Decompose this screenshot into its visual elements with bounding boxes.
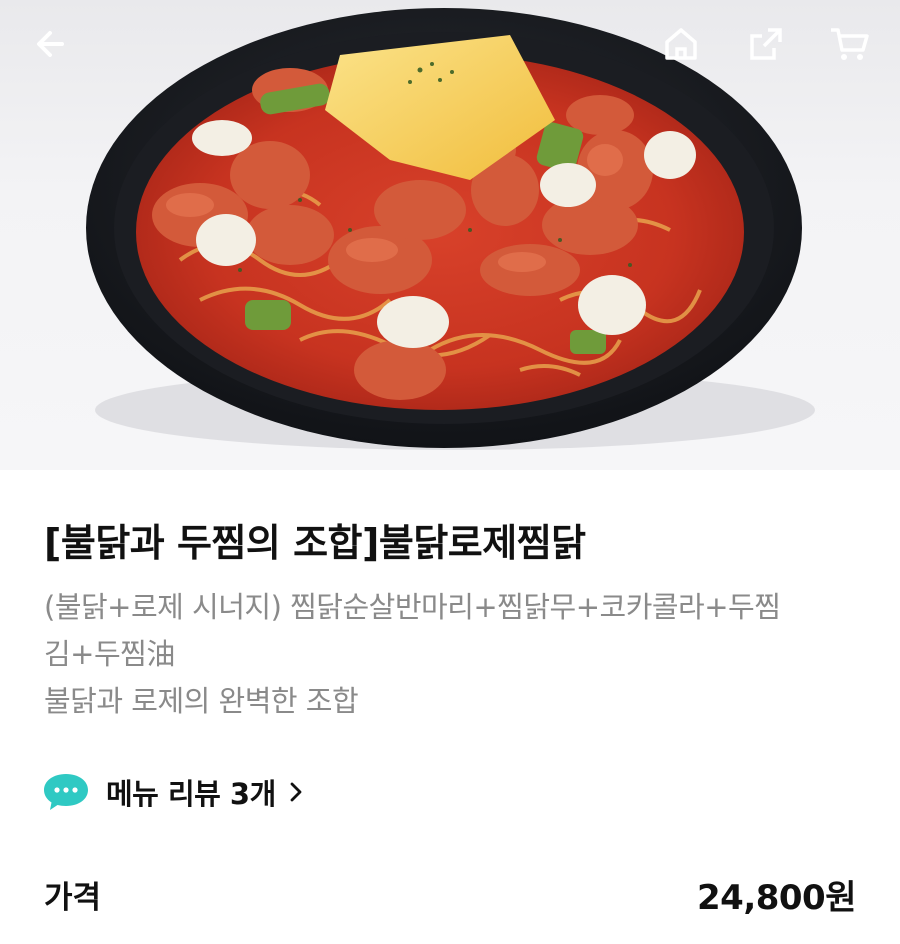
- menu-review-link[interactable]: 메뉴 리뷰 3개: [42, 768, 304, 816]
- home-button[interactable]: [655, 18, 707, 70]
- share-icon: [750, 28, 782, 60]
- home-icon: [665, 28, 697, 60]
- share-button[interactable]: [740, 18, 792, 70]
- speech-bubble-icon: [44, 774, 88, 810]
- back-button[interactable]: [26, 18, 78, 70]
- product-image: [0, 0, 900, 470]
- top-navigation-bar: [0, 0, 900, 90]
- description-line: 불닭과 로제의 완벽한 조합: [44, 684, 359, 718]
- cart-button[interactable]: [824, 18, 876, 70]
- price-value: 24,800원: [697, 877, 856, 918]
- price-row: 가격 24,800원: [44, 868, 856, 920]
- product-title: [불닭과 두찜의 조합]불닭로제찜닭: [44, 521, 586, 565]
- price-label: 가격: [44, 879, 102, 916]
- product-description: (불닭+로제 시너지) 찜닭순살반마리+찜닭무+코카콜라+두찜 김+두찜油 불닭…: [44, 584, 856, 725]
- description-line: (불닭+로제 시너지) 찜닭순살반마리+찜닭무+코카콜라+두찜: [44, 590, 781, 624]
- cart-icon: [831, 28, 869, 60]
- review-count-label: 메뉴 리뷰 3개: [106, 777, 276, 811]
- description-line: 김+두찜油: [44, 637, 175, 671]
- arrow-left-icon: [37, 31, 64, 57]
- chevron-right-icon: [290, 782, 302, 802]
